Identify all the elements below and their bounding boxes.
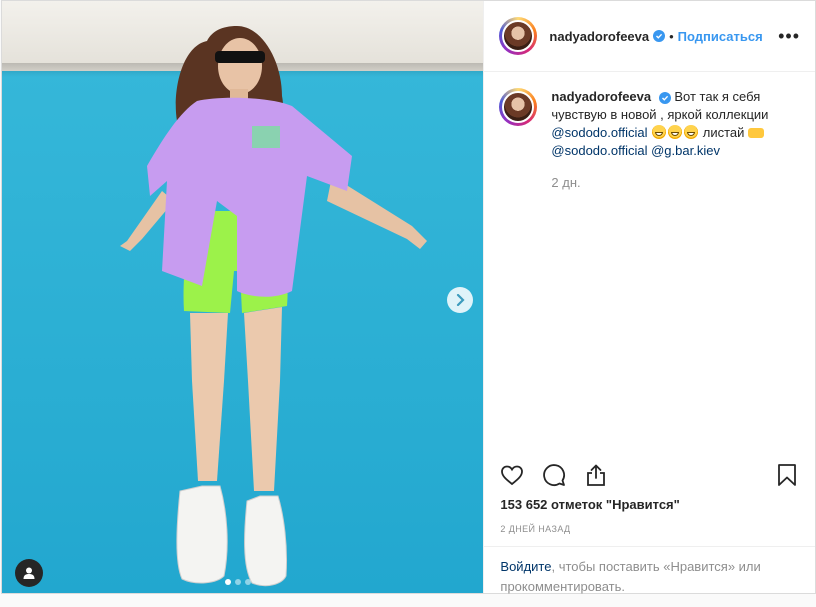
action-bar — [484, 449, 815, 489]
grinning-emoji-icon — [668, 125, 683, 139]
mention-link[interactable]: @sododo.official — [551, 143, 647, 158]
photo-woman-jumping — [120, 26, 427, 587]
caption-text: nadyadorofeeva Вот так я себя чувствую в… — [551, 88, 791, 192]
grinning-emoji-icon — [652, 125, 667, 139]
caption-username[interactable]: nadyadorofeeva — [551, 89, 651, 104]
bookmark-icon[interactable] — [775, 463, 799, 487]
mention-link[interactable]: @g.bar.kiev — [651, 143, 720, 158]
post-footer: 153 652 отметок "Нравится" 2 ДНЕЙ НАЗАД … — [484, 449, 816, 594]
tagged-users-button[interactable] — [15, 559, 43, 587]
chevron-right-icon — [456, 294, 465, 306]
pointing-hand-emoji-icon — [748, 128, 765, 138]
post-header: nadyadorofeeva • Подписаться ••• — [484, 1, 815, 72]
post-sidebar: nadyadorofeeva • Подписаться ••• nadyado… — [483, 1, 816, 594]
more-options-button[interactable]: ••• — [778, 26, 800, 47]
login-link[interactable]: Войдите — [500, 559, 551, 574]
grinning-emoji-icon — [684, 125, 699, 139]
caption-time[interactable]: 2 дн. — [551, 174, 791, 192]
post-caption: nadyadorofeeva Вот так я себя чувствую в… — [484, 72, 815, 192]
post-image[interactable] — [2, 1, 484, 593]
carousel-indicator — [225, 579, 251, 585]
post-container: nadyadorofeeva • Подписаться ••• nadyado… — [1, 0, 816, 594]
author-username[interactable]: nadyadorofeeva — [549, 29, 649, 44]
follow-button[interactable]: Подписаться — [678, 29, 763, 44]
heart-icon[interactable] — [500, 463, 524, 487]
carousel-dot — [245, 579, 251, 585]
login-prompt: Войдите, чтобы поставить «Нравится» или … — [484, 546, 816, 607]
header-separator: • — [669, 28, 674, 44]
mention-link[interactable]: @sododo.official — [551, 125, 647, 140]
comment-icon[interactable] — [542, 463, 566, 487]
author-avatar[interactable] — [499, 17, 538, 55]
carousel-dot — [235, 579, 241, 585]
caption-text-part: листай — [702, 125, 745, 140]
share-icon[interactable] — [584, 463, 608, 487]
avatar-image — [502, 20, 535, 52]
verified-badge-icon — [658, 91, 671, 104]
carousel-dot — [225, 579, 231, 585]
caption-avatar[interactable] — [499, 88, 538, 126]
post-date[interactable]: 2 ДНЕЙ НАЗАД — [484, 512, 815, 534]
verified-badge-icon — [653, 30, 666, 42]
user-tag-icon — [23, 567, 35, 579]
likes-count[interactable]: 153 652 отметок "Нравится" — [484, 489, 815, 512]
next-image-button[interactable] — [447, 287, 473, 313]
